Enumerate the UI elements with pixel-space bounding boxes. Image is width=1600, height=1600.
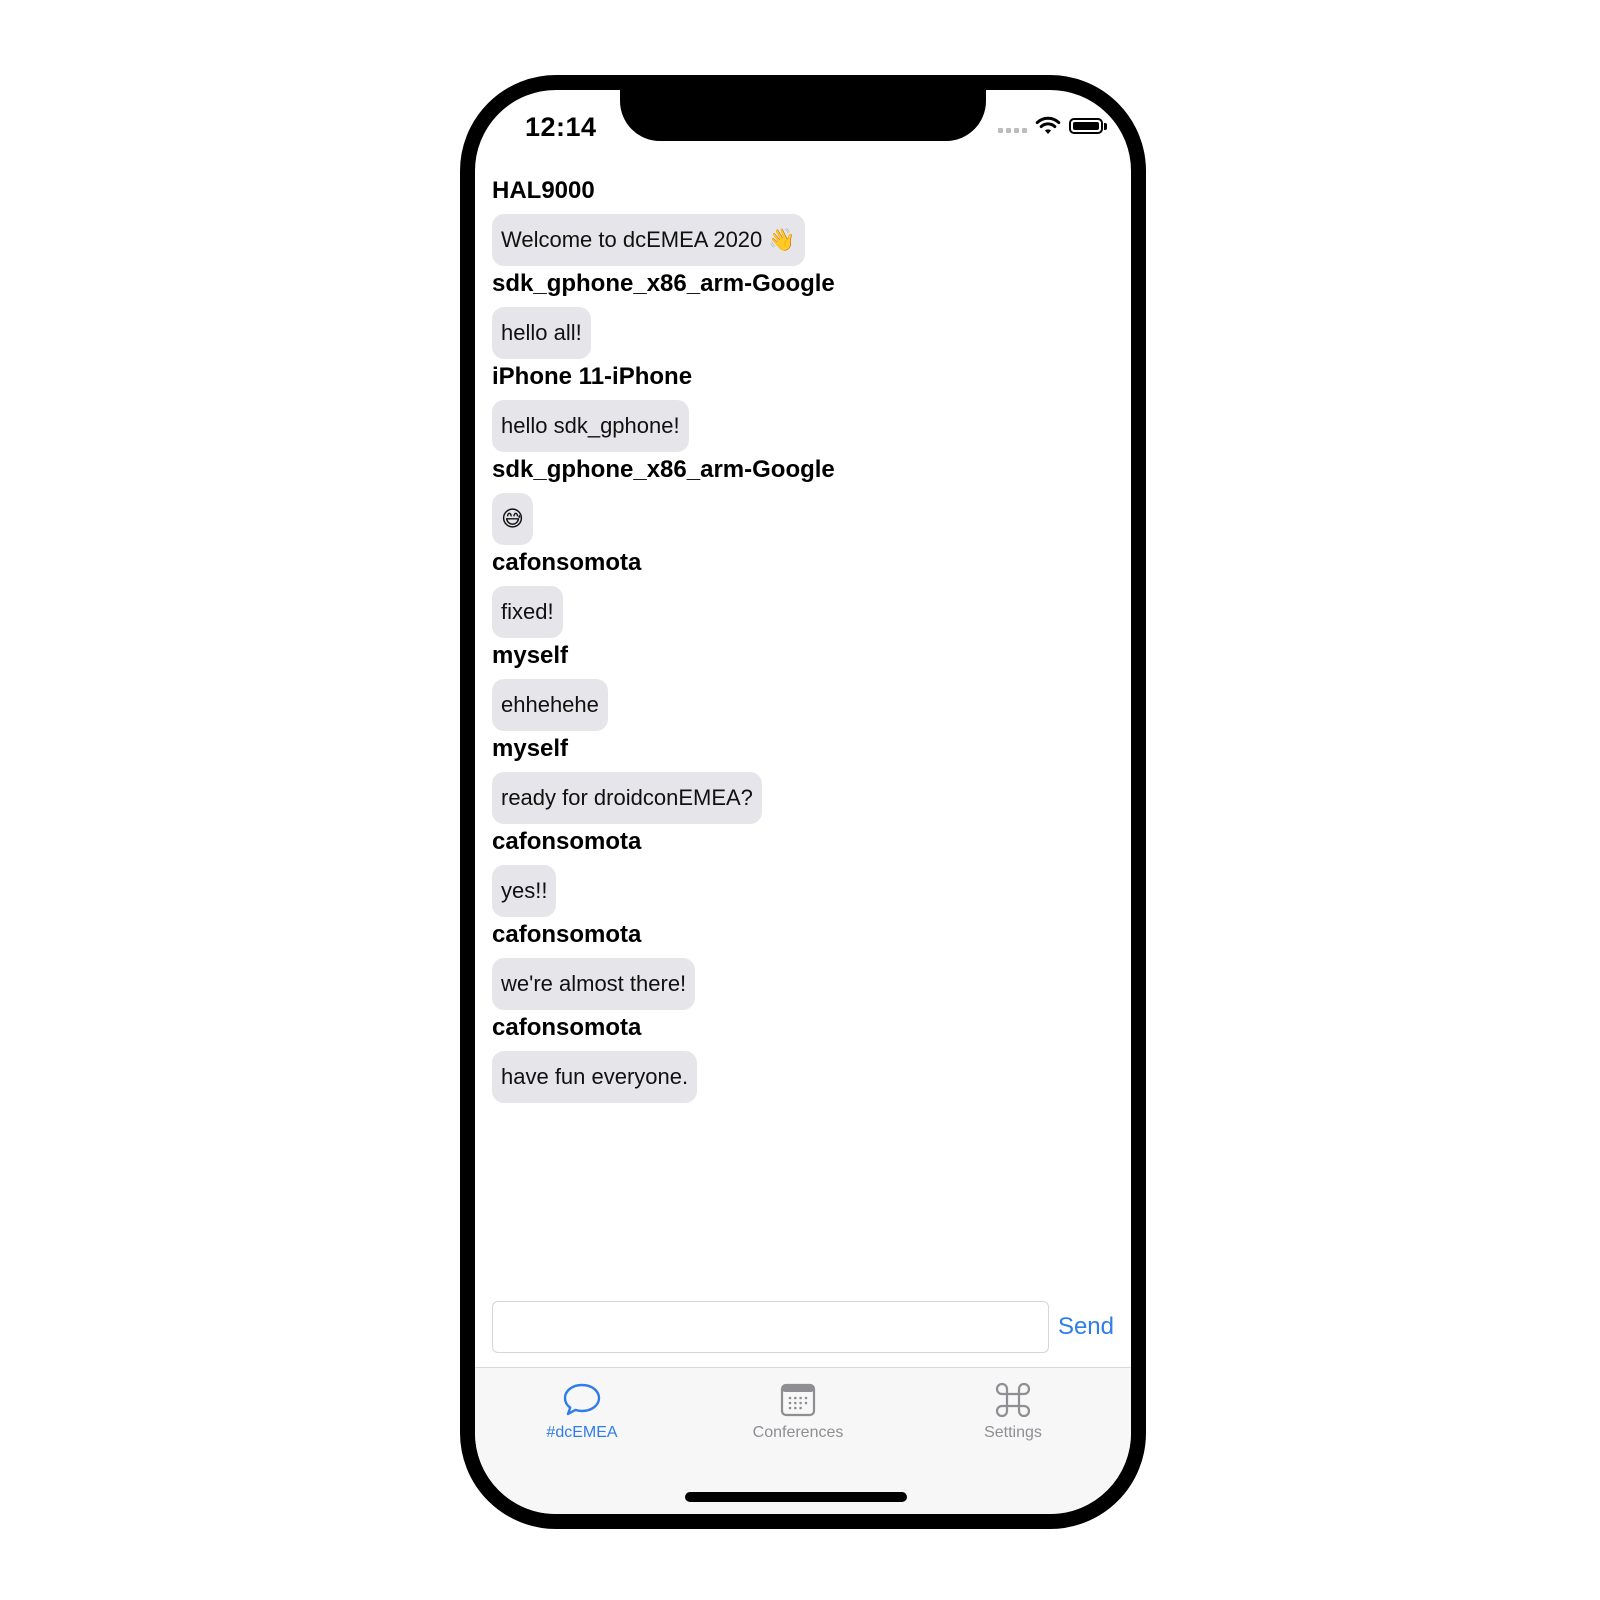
message-bubble: ehhehehe	[492, 679, 608, 731]
message-bubble: we're almost there!	[492, 958, 696, 1010]
message-bubble: have fun everyone.	[492, 1051, 698, 1103]
message-item: cafonsomota we're almost there!	[492, 920, 1114, 1013]
message-bubble: ready for droidconEMEA?	[492, 772, 762, 824]
chat-bubble-icon	[563, 1383, 601, 1416]
message-bubble: yes!!	[492, 865, 557, 917]
phone-frame: 12:14 HAL9000 Welcome to dcEMEA 2020 👋 s…	[460, 75, 1146, 1529]
tab-conferences[interactable]: Conferences	[718, 1382, 878, 1442]
message-sender: cafonsomota	[492, 828, 642, 855]
wifi-icon	[1035, 116, 1061, 134]
message-sender: iPhone 11-iPhone	[492, 363, 693, 390]
message-bubble: hello sdk_gphone!	[492, 400, 689, 452]
tab-settings[interactable]: Settings	[933, 1382, 1093, 1442]
calendar-icon	[780, 1383, 816, 1417]
message-bubble: 😅	[492, 493, 533, 545]
cellular-signal-icon	[998, 127, 1027, 133]
message-item: myself ready for droidconEMEA?	[492, 734, 1114, 827]
status-time: 12:14	[525, 112, 597, 142]
tab-label: Settings	[984, 1424, 1042, 1441]
message-composer: Send	[492, 1300, 1114, 1354]
message-sender: cafonsomota	[492, 1014, 642, 1041]
status-icons	[998, 116, 1107, 136]
tab-dcemea[interactable]: #dcEMEA	[502, 1382, 662, 1442]
message-sender: cafonsomota	[492, 549, 642, 576]
message-item: iPhone 11-iPhone hello sdk_gphone!	[492, 362, 1114, 455]
send-button[interactable]: Send	[1058, 1313, 1114, 1341]
message-bubble: Welcome to dcEMEA 2020 👋	[492, 214, 805, 266]
message-item: cafonsomota yes!!	[492, 827, 1114, 920]
message-item: cafonsomota have fun everyone.	[492, 1013, 1114, 1106]
message-item: sdk_gphone_x86_arm-Google hello all!	[492, 269, 1114, 362]
message-item: sdk_gphone_x86_arm-Google 😅	[492, 455, 1114, 548]
message-list: HAL9000 Welcome to dcEMEA 2020 👋 sdk_gph…	[492, 176, 1114, 1106]
message-sender: myself	[492, 642, 569, 669]
home-indicator	[685, 1492, 907, 1502]
message-sender: sdk_gphone_x86_arm-Google	[492, 456, 835, 483]
tab-label: #dcEMEA	[546, 1424, 618, 1441]
message-bubble: fixed!	[492, 586, 563, 638]
command-icon	[995, 1382, 1031, 1418]
tab-label: Conferences	[752, 1424, 844, 1441]
battery-icon	[1069, 118, 1107, 134]
message-sender: myself	[492, 735, 569, 762]
message-input[interactable]	[492, 1301, 1049, 1353]
message-item: cafonsomota fixed!	[492, 548, 1114, 641]
message-sender: HAL9000	[492, 177, 595, 204]
message-item: HAL9000 Welcome to dcEMEA 2020 👋	[492, 176, 1114, 269]
notch	[620, 90, 986, 141]
message-sender: cafonsomota	[492, 921, 642, 948]
message-sender: sdk_gphone_x86_arm-Google	[492, 270, 835, 297]
tab-bar: #dcEMEA Conferences Settings	[475, 1367, 1131, 1514]
message-item: myself ehhehehe	[492, 641, 1114, 734]
message-bubble: hello all!	[492, 307, 591, 359]
